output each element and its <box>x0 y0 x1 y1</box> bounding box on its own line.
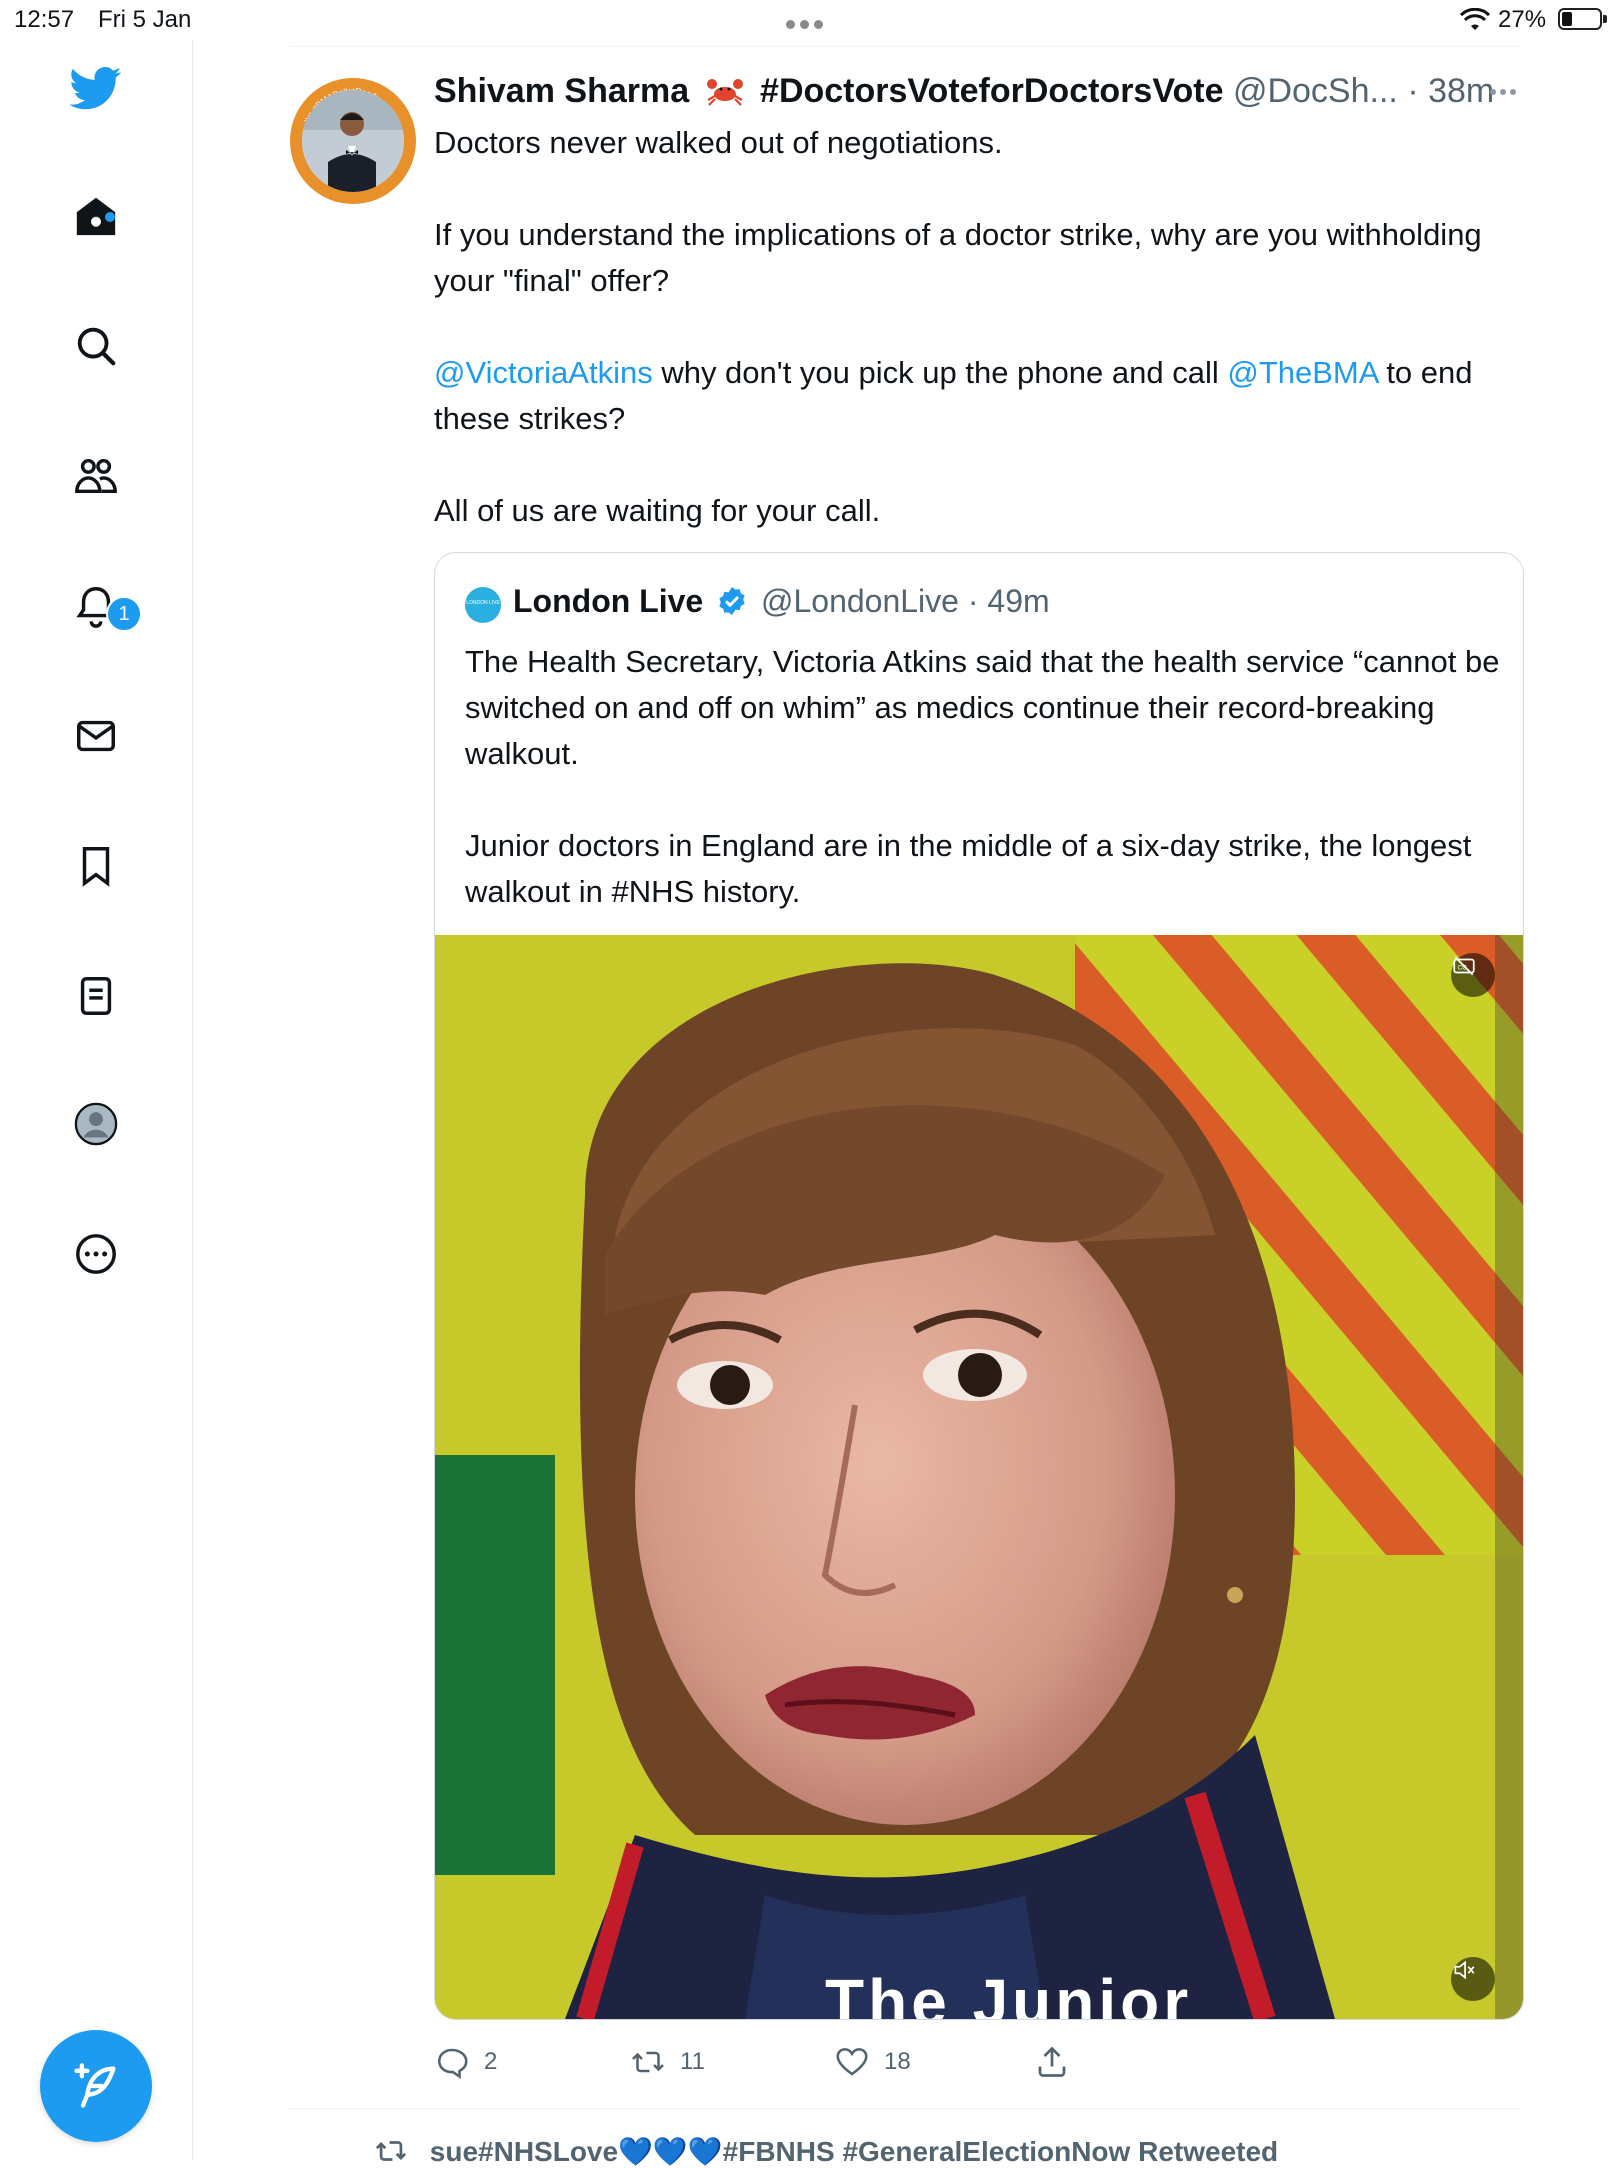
sidebar: 1 <box>0 40 193 2160</box>
mention-link[interactable]: @VictoriaAtkins <box>434 355 653 390</box>
quoted-paragraph: The Health Secretary, Victoria Atkins sa… <box>465 644 1500 771</box>
crab-icon <box>706 79 743 106</box>
quoted-paragraph: Junior doctors in England are in the mid… <box>465 828 1472 909</box>
quoted-tweet-header: London Live @LondonLive · 49m <box>513 583 1050 620</box>
mute-icon[interactable] <box>1451 1957 1495 2001</box>
divider <box>290 46 1522 47</box>
quoted-author-name[interactable]: London Live <box>513 583 703 619</box>
quoted-tweet-time[interactable]: 49m <box>987 583 1049 619</box>
tweet-paragraph: @VictoriaAtkins why don't you pick up th… <box>434 355 1473 436</box>
share-button[interactable] <box>1034 2040 1084 2084</box>
sidebar-item-profile[interactable] <box>70 1098 122 1150</box>
tweet-paragraph: If you understand the implications of a … <box>434 217 1482 298</box>
tweet-body: Doctors never walked out of negotiations… <box>434 120 1524 580</box>
quoted-author-avatar[interactable]: LONDON LIVE <box>465 587 501 623</box>
tweet-time[interactable]: 38m <box>1428 72 1494 110</box>
search-icon <box>77 327 116 366</box>
ellipsis-circle-icon <box>76 1234 116 1274</box>
reply-button[interactable]: 2 <box>434 2040 497 2084</box>
tweet-time-separator: · <box>1407 72 1429 110</box>
people-icon <box>75 458 117 494</box>
wifi-icon <box>1460 8 1490 30</box>
retweeter-text: sue#NHSLove💙💙💙#FBNHS #GeneralElectionNow… <box>429 2136 1279 2167</box>
author-name[interactable]: Shivam Sharma <box>434 72 689 110</box>
quoted-avatar-text: LONDON LIVE <box>466 600 500 606</box>
notification-badge: 1 <box>106 596 142 632</box>
retweet-button[interactable]: 11 <box>630 2040 705 2084</box>
mention-link[interactable]: @TheBMA <box>1227 355 1377 390</box>
quoted-time-separator: · <box>967 583 988 619</box>
bookmark-icon <box>82 847 110 887</box>
author-avatar[interactable]: I'm #BMABallotReady Vote Yes for strike … <box>290 78 416 204</box>
envelope-icon <box>77 720 115 752</box>
sidebar-item-messages[interactable] <box>70 710 122 762</box>
video-frame <box>435 935 1523 2019</box>
tweet-actions: 2 11 18 <box>434 2040 1134 2084</box>
battery-percent: 27% <box>1498 6 1547 33</box>
sidebar-item-bookmarks[interactable] <box>70 840 122 892</box>
next-tweet-retweet-line[interactable]: sue#NHSLove💙💙💙#FBNHS #GeneralElectionNow… <box>374 2134 1278 2168</box>
author-photo <box>302 90 404 192</box>
avatar-icon <box>74 1102 118 1146</box>
reply-count: 2 <box>484 2048 498 2075</box>
quoted-tweet-card[interactable]: LONDON LIVE London Live @LondonLive · 49… <box>434 552 1524 2020</box>
like-count: 18 <box>884 2048 911 2075</box>
status-bar: 12:57 Fri 5 Jan 27% <box>0 0 1620 40</box>
captions-icon[interactable]: CC <box>1451 953 1495 997</box>
sidebar-item-lists[interactable] <box>70 970 122 1022</box>
retweet-count: 11 <box>680 2048 705 2075</box>
svg-text:CC: CC <box>1458 964 1468 971</box>
like-button[interactable]: 18 <box>834 2040 911 2084</box>
sidebar-item-more[interactable] <box>70 1228 122 1280</box>
tweet-paragraph: Doctors never walked out of negotiations… <box>434 125 1003 160</box>
retweet-icon <box>375 2141 407 2161</box>
status-date: Fri 5 Jan <box>98 6 192 33</box>
reply-icon <box>437 2048 468 2079</box>
author-hashtag[interactable]: #DoctorsVoteforDoctorsVote <box>760 72 1223 110</box>
divider <box>290 2108 1522 2109</box>
verified-badge-icon <box>719 587 745 615</box>
quoted-author-handle[interactable]: @LondonLive <box>761 583 959 619</box>
author-handle[interactable]: @DocSh... <box>1233 72 1398 110</box>
sidebar-item-explore[interactable] <box>70 320 122 372</box>
home-unread-dot <box>105 212 115 222</box>
multitasking-dots-icon[interactable] <box>786 8 832 29</box>
retweet-icon <box>632 2051 664 2073</box>
quoted-tweet-body: The Health Secretary, Victoria Atkins sa… <box>465 639 1505 961</box>
battery-icon <box>1558 8 1607 30</box>
compose-tweet-button[interactable] <box>40 2030 152 2142</box>
video-caption: The Junior <box>825 1966 1193 2019</box>
feather-plus-icon <box>74 2063 116 2108</box>
twitter-logo-icon[interactable] <box>70 62 122 114</box>
video-player[interactable]: CC The Junior <box>435 935 1523 2019</box>
tweet-more-icon[interactable] <box>1490 82 1520 102</box>
heart-icon <box>836 2048 868 2076</box>
status-time: 12:57 <box>14 6 75 33</box>
sidebar-item-communities[interactable] <box>70 450 122 502</box>
tweet-paragraph: All of us are waiting for your call. <box>434 493 881 528</box>
list-icon <box>80 977 112 1015</box>
tweet-header: Shivam Sharma #DoctorsVoteforDoctorsVote… <box>434 72 1494 111</box>
share-icon <box>1038 2046 1066 2077</box>
